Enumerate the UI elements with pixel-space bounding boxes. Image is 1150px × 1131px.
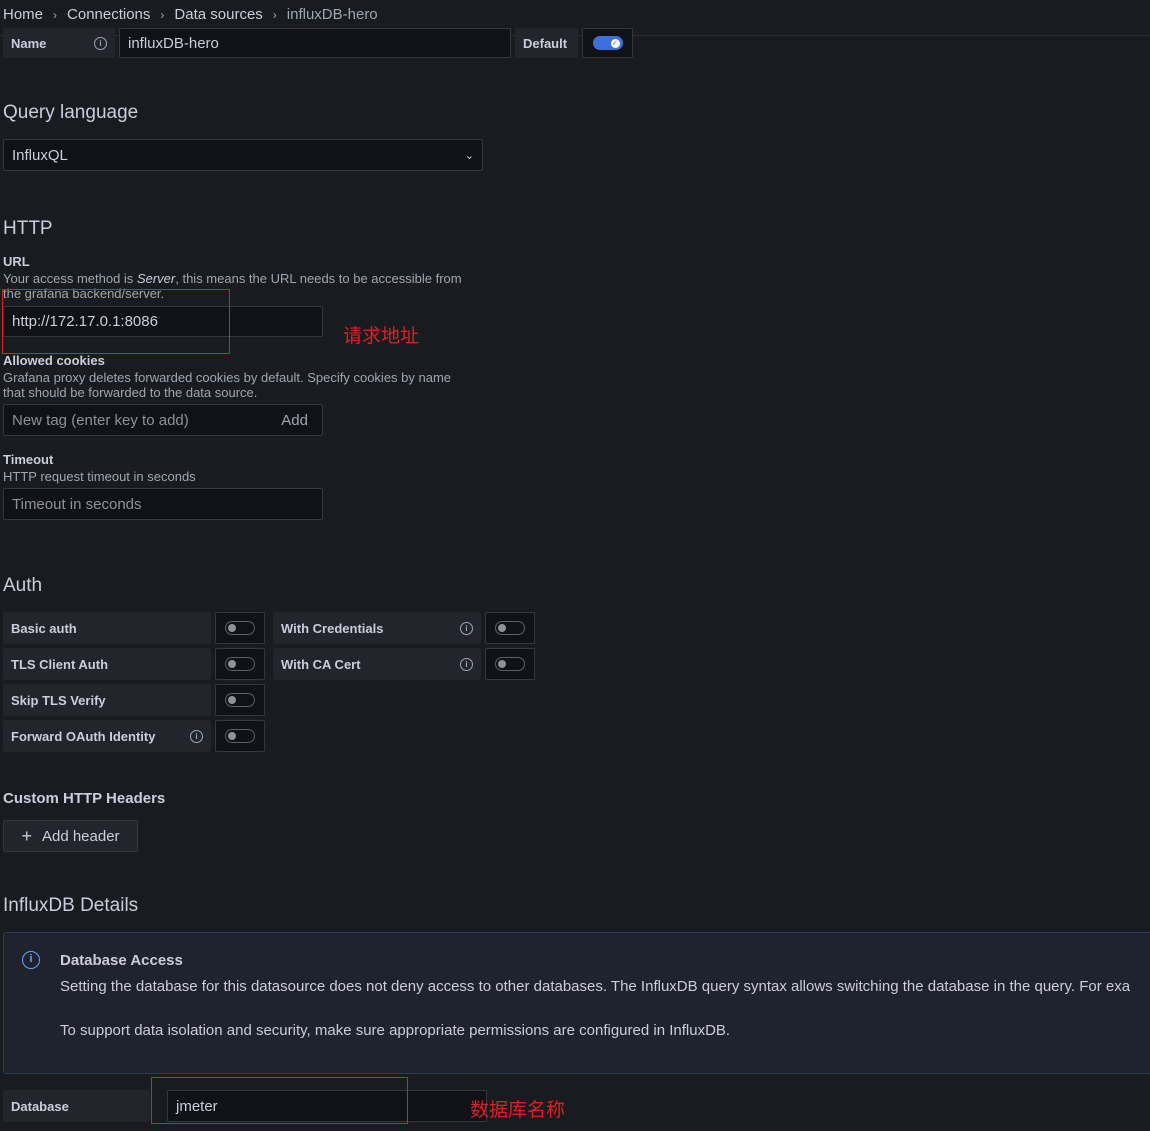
allowed-cookies-description: Grafana proxy deletes forwarded cookies … bbox=[3, 370, 452, 400]
timeout-input[interactable]: Timeout in seconds bbox=[3, 488, 323, 520]
query-language-select[interactable]: InfluxQL ⌄ bbox=[3, 139, 483, 171]
database-highlight-box bbox=[151, 1077, 408, 1124]
allowed-cookies-label: Allowed cookies bbox=[3, 353, 105, 368]
default-toggle[interactable]: ✓ bbox=[592, 36, 623, 50]
forward-oauth-label: Forward OAuth Identity i bbox=[3, 720, 211, 752]
with-credentials-toggle-box[interactable] bbox=[485, 612, 535, 644]
url-highlight-box bbox=[2, 289, 230, 354]
chevron-down-icon: ⌄ bbox=[464, 149, 474, 162]
alert-title: Database Access bbox=[60, 952, 183, 969]
query-language-value: InfluxQL bbox=[12, 146, 68, 164]
database-label: Database bbox=[3, 1090, 150, 1122]
info-icon[interactable]: i bbox=[190, 729, 203, 743]
cookies-add-button[interactable]: Add bbox=[281, 412, 308, 429]
timeout-description: HTTP request timeout in seconds bbox=[3, 469, 196, 484]
timeout-placeholder: Timeout in seconds bbox=[12, 495, 142, 513]
forward-oauth-text: Forward OAuth Identity bbox=[11, 728, 156, 744]
with-credentials-text: With Credentials bbox=[281, 620, 384, 636]
influx-details-heading: InfluxDB Details bbox=[3, 895, 139, 916]
with-credentials-label: With Credentials i bbox=[273, 612, 481, 644]
with-credentials-toggle[interactable] bbox=[495, 621, 525, 635]
with-ca-cert-text: With CA Cert bbox=[281, 656, 361, 672]
basic-auth-toggle-box[interactable] bbox=[215, 612, 265, 644]
default-label-text: Default bbox=[523, 35, 568, 51]
add-header-button[interactable]: + Add header bbox=[3, 820, 138, 852]
cookies-placeholder: New tag (enter key to add) bbox=[12, 411, 189, 429]
skip-tls-verify-text: Skip TLS Verify bbox=[11, 692, 106, 708]
info-icon[interactable]: i bbox=[460, 657, 473, 671]
chevron-right-icon: › bbox=[160, 7, 165, 22]
forward-oauth-toggle-box[interactable] bbox=[215, 720, 265, 752]
custom-headers-heading: Custom HTTP Headers bbox=[3, 790, 166, 807]
chevron-right-icon: › bbox=[272, 7, 277, 22]
breadcrumb: Home › Connections › Data sources › infl… bbox=[3, 6, 378, 23]
info-circle-icon: i bbox=[22, 951, 40, 969]
url-annotation: 请求地址 bbox=[343, 326, 420, 347]
tls-client-auth-toggle-box[interactable] bbox=[215, 648, 265, 680]
basic-auth-label: Basic auth bbox=[3, 612, 211, 644]
url-desc-pre: Your access method is bbox=[3, 271, 137, 286]
skip-tls-verify-toggle-box[interactable] bbox=[215, 684, 265, 716]
timeout-label: Timeout bbox=[3, 452, 54, 467]
default-label: Default bbox=[515, 28, 578, 58]
query-language-heading: Query language bbox=[3, 102, 139, 123]
alert-text-1: Setting the database for this datasource… bbox=[60, 978, 1131, 995]
forward-oauth-toggle[interactable] bbox=[225, 729, 255, 743]
database-access-alert: i Database Access Setting the database f… bbox=[3, 932, 1150, 1074]
url-desc-em: Server bbox=[136, 271, 176, 286]
basic-auth-toggle[interactable] bbox=[225, 621, 255, 635]
with-ca-cert-label: With CA Cert i bbox=[273, 648, 481, 680]
breadcrumb-current: influxDB-hero bbox=[286, 6, 378, 23]
basic-auth-text: Basic auth bbox=[11, 620, 77, 636]
skip-tls-verify-toggle[interactable] bbox=[225, 693, 255, 707]
plus-icon: + bbox=[21, 825, 32, 846]
breadcrumb-data-sources[interactable]: Data sources bbox=[174, 6, 262, 23]
name-label: Name i bbox=[3, 28, 115, 58]
tls-client-auth-toggle[interactable] bbox=[225, 657, 255, 671]
alert-text-2: To support data isolation and security, … bbox=[60, 1022, 731, 1039]
default-toggle-box[interactable]: ✓ bbox=[582, 28, 633, 58]
tls-client-auth-label: TLS Client Auth bbox=[3, 648, 211, 680]
database-label-text: Database bbox=[11, 1098, 69, 1114]
info-icon[interactable]: i bbox=[460, 621, 473, 635]
breadcrumb-home[interactable]: Home bbox=[3, 6, 43, 23]
skip-tls-verify-label: Skip TLS Verify bbox=[3, 684, 211, 716]
with-ca-cert-toggle[interactable] bbox=[495, 657, 525, 671]
name-label-text: Name bbox=[11, 35, 47, 51]
cookies-tag-input[interactable]: New tag (enter key to add) Add bbox=[3, 404, 323, 436]
chevron-right-icon: › bbox=[53, 7, 58, 22]
add-header-label: Add header bbox=[41, 827, 120, 845]
tls-client-auth-text: TLS Client Auth bbox=[11, 656, 109, 672]
name-input[interactable]: influxDB-hero bbox=[119, 28, 511, 58]
auth-heading: Auth bbox=[3, 575, 43, 596]
breadcrumb-connections[interactable]: Connections bbox=[67, 6, 150, 23]
with-ca-cert-toggle-box[interactable] bbox=[485, 648, 535, 680]
info-icon[interactable]: i bbox=[94, 36, 107, 50]
name-input-value: influxDB-hero bbox=[128, 34, 219, 52]
url-label: URL bbox=[3, 254, 30, 269]
http-heading: HTTP bbox=[3, 218, 53, 239]
database-annotation: 数据库名称 bbox=[470, 1100, 566, 1121]
check-icon: ✓ bbox=[610, 38, 620, 48]
